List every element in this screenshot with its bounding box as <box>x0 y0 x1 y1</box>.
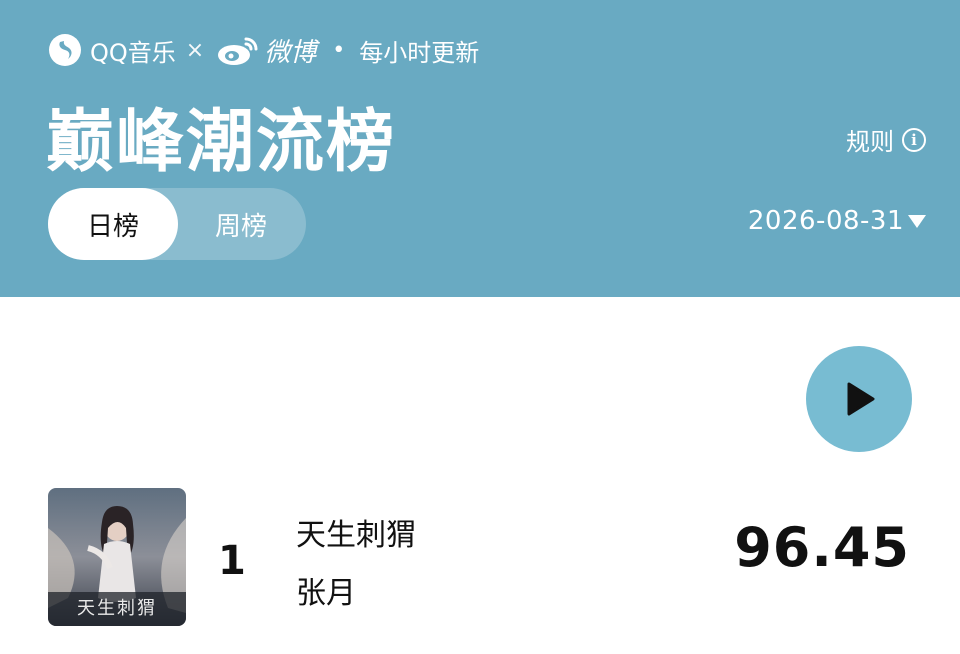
play-icon <box>847 382 875 416</box>
page-title: 巅峰潮流榜 <box>46 103 397 182</box>
cover-title-art: 天生刺猬 <box>77 598 157 619</box>
date-value: 2026-08-31 <box>747 206 904 236</box>
hot-score: 96.45 <box>734 516 910 579</box>
chevron-down-icon <box>908 214 926 228</box>
tab-weekly[interactable]: 周榜 <box>176 188 306 260</box>
album-cover[interactable]: 天生刺猬 <box>48 488 186 626</box>
brand-dot: • <box>332 37 346 63</box>
tab-daily[interactable]: 日榜 <box>48 188 178 260</box>
info-icon: i <box>902 127 926 152</box>
play-all-button[interactable] <box>806 346 912 452</box>
chart-period-tabs: 日榜 周榜 <box>48 188 306 260</box>
update-note: 每小时更新 <box>359 38 480 67</box>
weibo-name: 微博 <box>264 37 317 68</box>
brand-separator: × <box>185 37 205 63</box>
album-cover-art: 天生刺猬 <box>48 488 186 626</box>
brand-row: QQ音乐 × 微博 • 每小时更新 <box>48 30 479 70</box>
qq-music-name: QQ音乐 <box>90 38 176 67</box>
song-row[interactable]: 天生刺猬 1 天生刺猬 张月 96.45 <box>0 486 960 628</box>
song-title[interactable]: 天生刺猬 <box>296 510 416 554</box>
rules-link[interactable]: 规则 i <box>846 122 926 157</box>
date-selector[interactable]: 2026-08-31 <box>748 206 926 236</box>
weibo-logo-icon <box>218 37 258 65</box>
chart-header: QQ音乐 × 微博 • 每小时更新 巅峰潮流榜 规则 i 日榜 周榜 2026-… <box>0 0 960 297</box>
rank-number: 1 <box>218 538 246 584</box>
qq-music-logo-icon <box>49 34 81 66</box>
artist-name[interactable]: 张月 <box>296 568 356 612</box>
rules-label: 规则 <box>846 128 894 156</box>
